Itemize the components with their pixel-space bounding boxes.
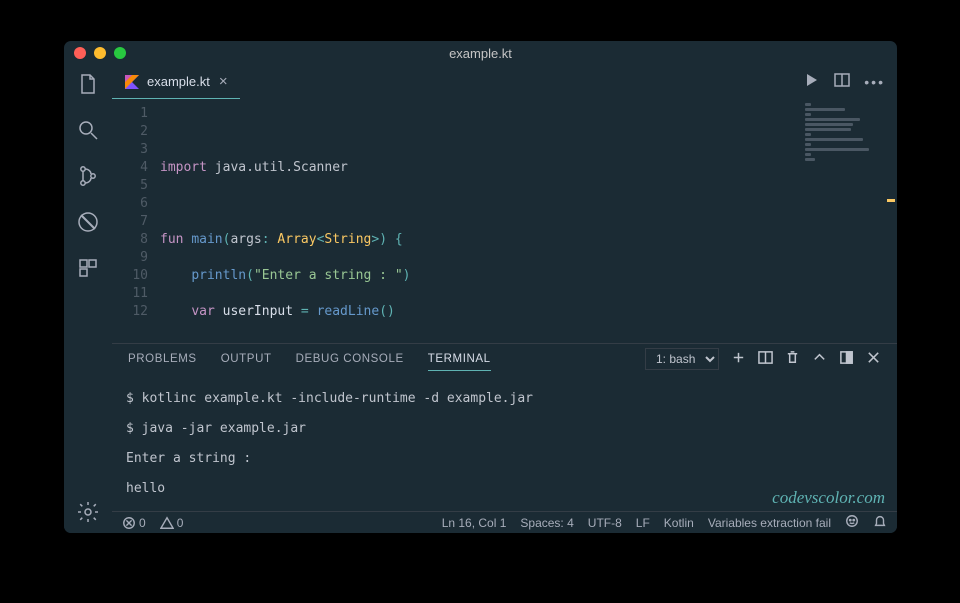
terminal[interactable]: $ kotlinc example.kt -include-runtime -d… <box>112 374 897 511</box>
explorer-icon[interactable] <box>75 71 101 97</box>
terminal-line: $ java -jar example.jar <box>126 421 883 436</box>
panel-tools: 1: bash <box>645 348 881 370</box>
settings-gear-icon[interactable] <box>75 499 101 525</box>
minimap[interactable] <box>795 99 885 343</box>
line-number: 9 <box>112 249 148 267</box>
status-eol[interactable]: LF <box>636 516 650 530</box>
line-number: 7 <box>112 213 148 231</box>
line-number: 8 <box>112 231 148 249</box>
terminal-line: $ kotlinc example.kt -include-runtime -d… <box>126 391 883 406</box>
status-cursor-pos[interactable]: Ln 16, Col 1 <box>442 516 507 530</box>
activity-bar <box>64 65 112 533</box>
code-content[interactable]: import java.util.Scanner fun main(args: … <box>160 99 795 343</box>
bell-icon[interactable] <box>873 514 887 531</box>
tab-output[interactable]: OUTPUT <box>221 353 272 365</box>
run-icon[interactable] <box>804 72 820 93</box>
zoom-dot[interactable] <box>114 47 126 59</box>
line-number: 12 <box>112 303 148 321</box>
overview-ruler[interactable] <box>885 99 897 343</box>
minimize-dot[interactable] <box>94 47 106 59</box>
close-dot[interactable] <box>74 47 86 59</box>
split-editor-icon[interactable] <box>834 72 850 93</box>
line-number: 2 <box>112 123 148 141</box>
tab-example-kt[interactable]: example.kt × <box>112 65 240 99</box>
feedback-icon[interactable] <box>845 514 859 531</box>
panel-up-icon[interactable] <box>812 350 827 368</box>
terminal-select[interactable]: 1: bash <box>645 348 719 370</box>
panel-maximize-icon[interactable] <box>839 350 854 368</box>
line-number: 11 <box>112 285 148 303</box>
terminal-line: hello <box>126 481 883 496</box>
gutter: 1 2 3 4 5 6 7 8 9 10 11 12 <box>112 99 160 343</box>
titlebar: example.kt <box>64 41 897 65</box>
tab-close-icon[interactable]: × <box>219 73 228 90</box>
panel-tabs: PROBLEMS OUTPUT DEBUG CONSOLE TERMINAL 1… <box>112 344 897 374</box>
line-number: 1 <box>112 105 148 123</box>
tab-problems[interactable]: PROBLEMS <box>128 353 197 365</box>
debug-icon[interactable] <box>75 209 101 235</box>
status-lint[interactable]: Variables extraction fail <box>708 516 831 530</box>
status-encoding[interactable]: UTF-8 <box>588 516 622 530</box>
editor-window: example.kt <box>64 41 897 533</box>
more-actions-icon[interactable]: ••• <box>864 74 885 90</box>
status-warnings[interactable]: 0 <box>160 516 184 530</box>
split-terminal-icon[interactable] <box>758 350 773 368</box>
search-icon[interactable] <box>75 117 101 143</box>
source-control-icon[interactable] <box>75 163 101 189</box>
tab-terminal[interactable]: TERMINAL <box>428 353 491 371</box>
window-title: example.kt <box>64 46 897 61</box>
window-body: example.kt × ••• 1 2 3 4 5 6 7 8 9 10 11… <box>64 65 897 533</box>
kill-terminal-icon[interactable] <box>785 350 800 368</box>
line-number: 4 <box>112 159 148 177</box>
bottom-panel: PROBLEMS OUTPUT DEBUG CONSOLE TERMINAL 1… <box>112 343 897 511</box>
kotlin-file-icon <box>124 74 140 90</box>
terminal-line: Enter a string : <box>126 451 883 466</box>
line-number: 5 <box>112 177 148 195</box>
status-lang[interactable]: Kotlin <box>664 516 694 530</box>
editor[interactable]: 1 2 3 4 5 6 7 8 9 10 11 12 import java.u… <box>112 99 897 343</box>
status-errors[interactable]: 0 <box>122 516 146 530</box>
status-bar: 0 0 Ln 16, Col 1 Spaces: 4 UTF-8 LF Kotl… <box>112 511 897 533</box>
status-spaces[interactable]: Spaces: 4 <box>520 516 573 530</box>
tab-label: example.kt <box>147 74 210 89</box>
extensions-icon[interactable] <box>75 255 101 281</box>
tab-debug-console[interactable]: DEBUG CONSOLE <box>296 353 404 365</box>
editor-tabs: example.kt × ••• <box>112 65 897 99</box>
line-number: 10 <box>112 267 148 285</box>
panel-close-icon[interactable] <box>866 350 881 368</box>
editor-actions: ••• <box>804 65 897 99</box>
line-number: 6 <box>112 195 148 213</box>
traffic-lights <box>74 47 126 59</box>
line-number: 3 <box>112 141 148 159</box>
new-terminal-icon[interactable] <box>731 350 746 368</box>
main-area: example.kt × ••• 1 2 3 4 5 6 7 8 9 10 11… <box>112 65 897 533</box>
